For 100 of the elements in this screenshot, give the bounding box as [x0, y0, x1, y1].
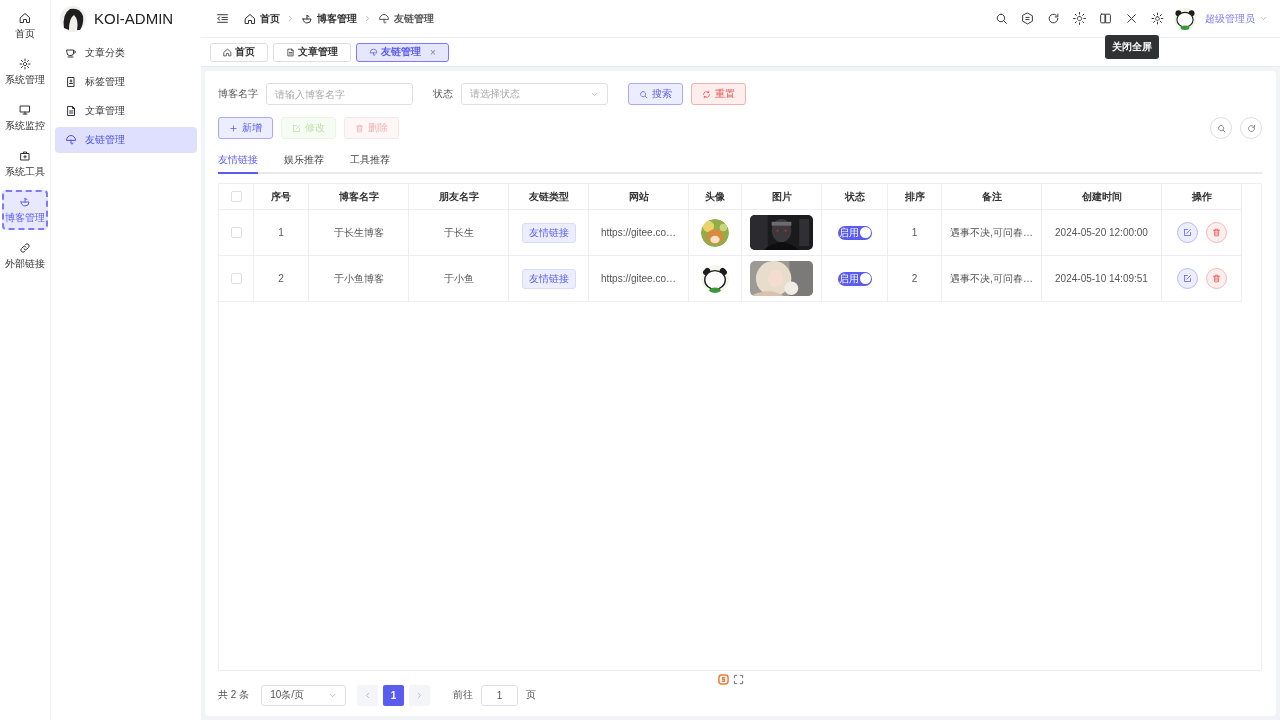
page-input[interactable]: 1 — [481, 684, 519, 706]
checkbox[interactable] — [230, 191, 242, 202]
sidebar-item[interactable]: 文章分类 — [55, 40, 197, 66]
cup-icon — [65, 47, 77, 59]
edit-icon — [292, 123, 301, 133]
column-header: 朋友名字 — [409, 184, 509, 210]
goto-label: 前往 — [453, 688, 474, 702]
settings-icon — [1151, 12, 1164, 25]
settings-button[interactable] — [1148, 9, 1167, 28]
type-tag: 友情链接 — [521, 222, 576, 243]
edit-icon — [1182, 228, 1192, 237]
delete-button[interactable] — [1205, 268, 1227, 289]
type-tag: 友情链接 — [521, 268, 576, 289]
tab[interactable]: 首页 — [210, 42, 268, 62]
umbrella-icon — [65, 134, 77, 146]
table-cell: https://gitee.co… — [589, 256, 689, 302]
breadcrumb-item[interactable]: 友链管理 — [378, 11, 434, 26]
column-header: 操作 — [1162, 184, 1242, 210]
delete-button[interactable] — [1205, 222, 1227, 243]
checkbox[interactable] — [230, 273, 242, 284]
edit-button[interactable] — [1176, 268, 1198, 289]
rail-menu-item[interactable]: 系统工具 — [2, 144, 48, 184]
table-cell: 2024-05-10 14:09:51 — [1042, 256, 1162, 302]
bowl-icon — [19, 195, 31, 208]
sidebar-item[interactable]: 标签管理 — [55, 69, 197, 95]
column-header: 图片 — [742, 184, 822, 210]
app-title: KOI-ADMIN — [94, 10, 174, 27]
rail-menu-item[interactable]: 博客管理 — [2, 190, 48, 230]
toolbox-icon — [19, 149, 31, 162]
tab[interactable]: 文章管理 — [273, 42, 351, 62]
table-cell: 于小鱼博客 — [309, 256, 409, 302]
table-cell: 2 — [254, 256, 309, 302]
page-suffix: 页 — [526, 688, 537, 702]
switch-icon — [1099, 12, 1112, 25]
trash-icon — [355, 123, 364, 133]
user-menu[interactable]: 超级管理员 — [1205, 11, 1268, 26]
rail-menu-item[interactable]: 首页 — [2, 6, 48, 46]
tab[interactable]: 友链管理 × — [356, 42, 449, 62]
page-button[interactable]: 1 — [383, 684, 405, 706]
sidebar-item[interactable]: 友链管理 — [55, 127, 197, 153]
rail-menu-item[interactable]: 外部链接 — [2, 236, 48, 276]
column-header: 备注 — [942, 184, 1042, 210]
link-icon — [19, 241, 31, 254]
input-method-icon[interactable] — [718, 674, 729, 685]
input-field[interactable]: 请输入博客名字 — [266, 83, 413, 105]
expand-icon[interactable] — [733, 674, 744, 685]
caret-icon — [1259, 14, 1268, 23]
fold-icon — [216, 12, 229, 25]
column-header: 状态 — [822, 184, 888, 210]
rail-menu-item[interactable]: 系统管理 — [2, 52, 48, 92]
tab[interactable]: 友情链接 — [218, 153, 258, 174]
tag-icon — [65, 76, 77, 88]
status-switch[interactable]: 启用 — [837, 271, 872, 286]
column-header: 排序 — [888, 184, 942, 210]
tab[interactable]: 娱乐推荐 — [284, 153, 324, 172]
table-cell: 于长生 — [409, 210, 509, 256]
home-icon — [223, 47, 232, 57]
refresh-icon — [1246, 123, 1256, 133]
search-icon — [995, 12, 1008, 25]
document-icon — [65, 105, 77, 117]
monitor-icon — [19, 103, 31, 116]
checkbox[interactable] — [230, 227, 242, 238]
column-header: 博客名字 — [309, 184, 409, 210]
field-label: 博客名字 — [218, 87, 258, 101]
gear-icon — [19, 57, 31, 70]
table-cell: 于长生博客 — [309, 210, 409, 256]
column-header: 序号 — [254, 184, 309, 210]
breadcrumb-item[interactable]: 首页 — [244, 11, 280, 26]
sidebar-item[interactable]: 文章管理 — [55, 98, 197, 124]
page-size-select[interactable]: 10条/页 — [261, 684, 347, 706]
search-button[interactable]: 搜索 — [628, 83, 683, 105]
hexagon-icon — [1021, 12, 1034, 25]
close-icon — [1125, 12, 1138, 25]
edit-button[interactable] — [1176, 222, 1198, 243]
trash-icon — [1211, 228, 1221, 237]
theme-button[interactable] — [1070, 9, 1089, 28]
refresh-button[interactable] — [1240, 117, 1262, 139]
logo-icon — [60, 5, 86, 32]
column-header: 头像 — [689, 184, 742, 210]
trash-icon — [1211, 274, 1221, 283]
table-cell: 于小鱼 — [409, 256, 509, 302]
refresh-icon — [1047, 12, 1060, 25]
status-switch[interactable]: 启用 — [837, 225, 872, 240]
column-header: 创建时间 — [1042, 184, 1162, 210]
breadcrumb-item[interactable]: 博客管理 — [301, 11, 357, 26]
home-icon — [19, 11, 31, 24]
table-cell: 2024-05-20 12:00:00 — [1042, 210, 1162, 256]
table-cell: 1 — [888, 210, 942, 256]
search-icon — [1216, 123, 1226, 133]
tab[interactable]: 工具推荐 — [350, 153, 390, 172]
table-cell: 遇事不决,可问春… — [942, 210, 1042, 256]
table-cell: https://gitee.co… — [589, 210, 689, 256]
document-icon — [286, 47, 295, 57]
rail-menu-item[interactable]: 系统监控 — [2, 98, 48, 138]
home-icon — [244, 12, 256, 25]
bowl-icon — [301, 12, 313, 25]
add-button[interactable]: 新增 — [218, 117, 273, 139]
table-cell: 遇事不决,可问春… — [942, 256, 1042, 302]
tooltip: 关闭全屏 — [1104, 35, 1159, 59]
edit-icon — [1182, 274, 1192, 283]
